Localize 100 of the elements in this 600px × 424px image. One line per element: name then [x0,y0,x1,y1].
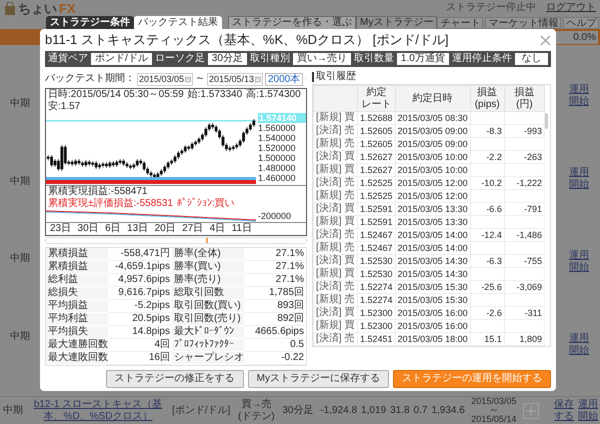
term-label: 中期 [10,331,30,344]
stat-value: 27.1% [244,261,306,274]
chart-scrollbar[interactable] [45,237,307,244]
candle-info: 始:1.573340 [188,89,242,101]
start-link[interactable]: 運用開始 [578,398,598,422]
trade-type-cell: [新規] 売 [314,242,358,254]
stat-value: 4,957.6pips [108,274,172,287]
x-axis-label: 6日 [105,223,121,235]
date-cell: 2015/03/05 16:00 [395,320,470,332]
menu-button[interactable]: マーケット情報 [485,17,562,29]
date-cell: 2015/03/05 14:00 [395,228,470,242]
save-link[interactable]: 保存する [554,398,574,422]
logout-link[interactable]: ログアウト [546,2,596,14]
condition-label: ローソク足 [154,53,205,65]
trade-type-cell: [新規] 買 [314,112,358,124]
stat-value: 4665.6pips [244,326,306,339]
start-link[interactable]: 運用開始 [569,167,591,192]
rate-cell: 1.52467 [358,228,396,242]
start-link[interactable]: 運用開始 [569,332,591,357]
date-cell: 2015/03/05 09:00 [395,138,470,150]
candle-info: 安:1.57 [48,101,80,113]
stat-value: 20.5pips [108,313,172,326]
term-label: 中期 [10,98,30,110]
trade-type-cell: [決済] 買 [314,254,358,268]
calendar-icon[interactable] [255,76,261,82]
yen-cell: 1,809 [519,334,542,344]
period-start: 2015/03/05 [471,397,516,406]
metric-value: 0.7 [414,404,428,416]
rate-cell: 1.52274 [358,294,396,306]
date-cell: 2015/03/05 18:00 [395,332,470,346]
candle-label: 30分足 [282,404,314,416]
date-cell: 2015/03/05 15:30 [395,294,470,306]
logo-text: ちょい [18,0,57,16]
yen-cell: -791 [524,204,542,214]
modal-tab[interactable]: バックテスト結果 [134,16,222,29]
yen-cell: -311 [524,308,542,318]
nav-tab[interactable]: ストラテジーを作る・選ぶ [228,16,356,29]
stat-value: 893回 [244,300,306,313]
strategy-link[interactable]: b12-1 スローストキャス（基本、%D、%SDクロス） [28,398,168,422]
trade-type-cell: [新規] 売 [314,190,358,202]
date-cell: 2015/03/05 13:30 [395,216,470,228]
rate-cell: 1.52530 [358,268,396,280]
trade-type-cell: [新規] 買 [314,320,358,332]
date-cell: 2015/03/05 09:00 [395,124,470,138]
pips-cell: -8.3 [486,126,502,136]
action-button[interactable]: ストラテジーの修正をする [106,370,244,388]
trade-note: (ドテン) [238,410,275,422]
history-title: 取引履歴 [316,71,356,83]
rate-cell: 1.52530 [358,254,396,268]
rate-cell: 1.52300 [358,320,396,332]
date-cell: 2015/03/05 14:30 [395,268,470,280]
candle-info: 高:1.574300 [246,89,301,101]
stat-value: -5.2pips [108,300,172,313]
stat-value: 4回 [108,339,172,352]
stat-value: 1,785回 [244,287,306,300]
realized-pl-label: 累積実現損益:-558471 [48,186,148,198]
x-axis-label: 11日 [232,223,252,235]
rate-cell: 1.52451 [358,332,396,346]
term-label: 中期 [2,404,24,416]
close-icon[interactable] [540,34,551,46]
yen-cell: -3,069 [516,282,542,292]
yen-cell: -263 [524,152,542,162]
column-header: 約定 レート [358,86,396,112]
date-field[interactable]: 2015/05/13 [207,72,263,86]
y-axis-label: 1.560000 [258,123,297,133]
x-axis-label: 30日 [78,223,99,235]
trade-type-cell: [決済] 売 [314,280,358,294]
trade-type-cell: [決済] 買 [314,202,358,216]
rate-cell: 1.52467 [358,242,396,254]
y-axis-label: 1.540000 [258,133,297,143]
menu-button[interactable]: ヘルプ [563,17,600,29]
metric-value: -1,924.8 [320,404,358,416]
trade-type-cell: [新規] 売 [314,294,358,306]
rate-cell: 1.52591 [358,202,396,216]
calendar-icon[interactable] [185,76,191,82]
trade-type-cell: [決済] 買 [314,150,358,164]
date-cell: 2015/03/05 15:30 [395,280,470,294]
nav-tab[interactable]: Myストラテジー [356,16,438,29]
y-axis-label: 1.500000 [258,153,297,163]
date-cell: 2015/03/05 10:00 [395,164,470,176]
period-separator: ～ [488,406,499,415]
date-field[interactable]: 2015/03/05 [137,72,193,86]
start-link[interactable]: 運用開始 [569,84,591,108]
yen-cell: -1,222 [516,178,542,188]
action-button[interactable]: Myストラテジーに保存する [248,370,389,388]
term-label: 中期 [10,176,30,188]
yen-cell: -755 [524,256,542,266]
metric-value: 31.8 [390,404,410,416]
trade-type-cell: [決済] 売 [314,332,358,346]
modal-tab[interactable]: ストラテジー条件 [46,16,134,29]
balance-rate: 0.0% [556,30,598,44]
pips-cell: -25.6 [481,282,502,292]
rate-cell: 1.52274 [358,280,396,294]
price-tag: 1.574140 [258,113,306,123]
menu-button[interactable]: チャート [437,17,484,29]
start-link[interactable]: 運用開始 [569,250,591,274]
trade-type-cell: [新規] 買 [314,216,358,228]
action-button[interactable]: ストラテジーの運用を開始する [393,370,551,388]
bars-button[interactable]: 2000本 [265,72,304,86]
condition-value: なし [514,53,548,65]
